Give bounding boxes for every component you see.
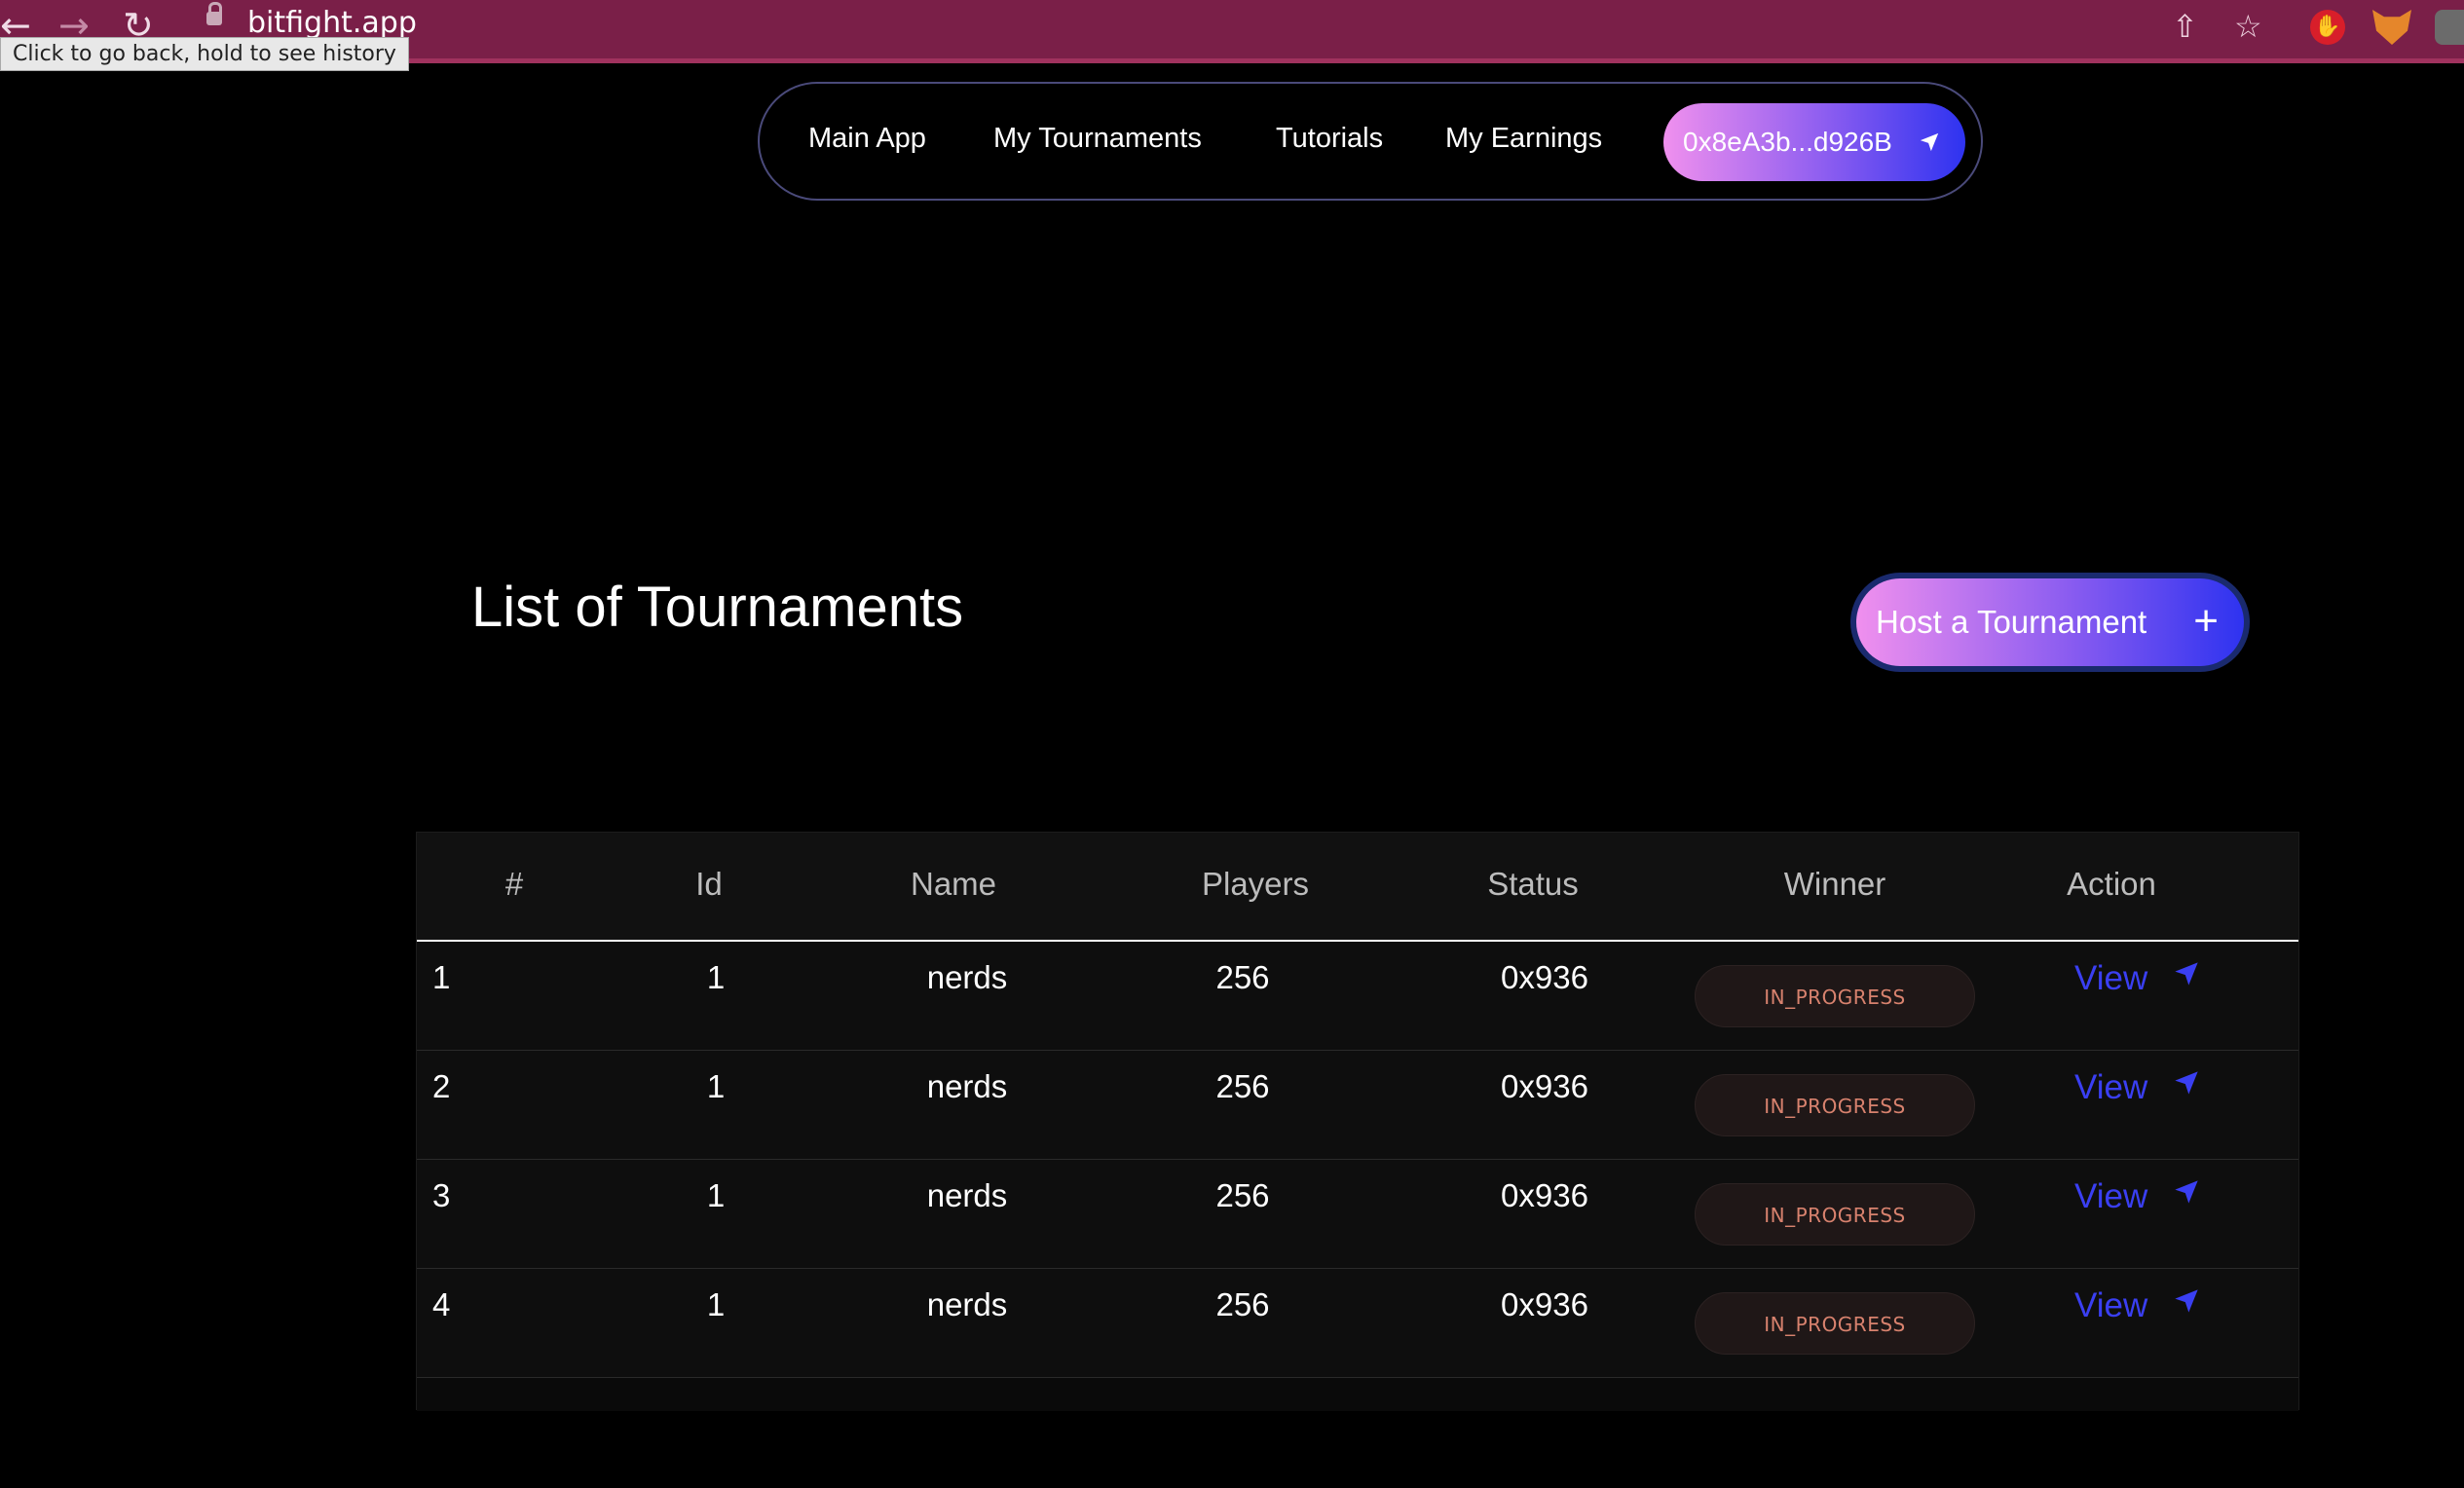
view-link-label: View <box>2074 1177 2148 1215</box>
back-tooltip: Click to go back, hold to see history <box>0 37 409 71</box>
column-header-id: Id <box>695 866 723 902</box>
winner-status-badge: IN_PROGRESS <box>1695 1074 1975 1136</box>
send-arrow-icon <box>2175 1289 2198 1313</box>
row-number: 4 <box>432 1286 451 1322</box>
view-link[interactable]: View <box>2074 1068 2200 1107</box>
view-link-label: View <box>2074 1286 2148 1324</box>
column-header-status: Status <box>1487 866 1579 902</box>
wallet-address-label: 0x8eA3b...d926B <box>1683 127 1892 157</box>
column-header-number: # <box>504 866 524 902</box>
column-header-action: Action <box>2067 866 2156 902</box>
row-number: 2 <box>432 1068 451 1104</box>
view-link[interactable]: View <box>2074 959 2200 998</box>
row-players: 256 <box>1215 1068 1270 1104</box>
wallet-address-button[interactable]: 0x8eA3b...d926B <box>1663 103 1965 181</box>
row-number: 1 <box>432 959 451 995</box>
row-name: nerds <box>926 1068 1008 1104</box>
column-header-name: Name <box>910 866 997 902</box>
row-players: 256 <box>1215 1177 1270 1213</box>
row-name: nerds <box>926 959 1008 995</box>
top-navbar: Main App My Tournaments Tutorials My Ear… <box>758 82 1983 201</box>
share-icon[interactable]: ⇧ <box>2172 8 2198 45</box>
nav-my-tournaments[interactable]: My Tournaments <box>993 123 1202 155</box>
view-link[interactable]: View <box>2074 1286 2200 1325</box>
bookmark-star-icon[interactable]: ☆ <box>2234 8 2262 45</box>
row-id: 1 <box>706 1177 726 1213</box>
nav-tutorials[interactable]: Tutorials <box>1276 123 1383 155</box>
row-number: 3 <box>432 1177 451 1213</box>
row-name: nerds <box>926 1177 1008 1213</box>
row-id: 1 <box>706 1068 726 1104</box>
nav-my-earnings[interactable]: My Earnings <box>1445 123 1602 155</box>
row-players: 256 <box>1215 959 1270 995</box>
column-header-players: Players <box>1201 866 1310 902</box>
table-row: 3 1 nerds 256 0x936 IN_PROGRESS View <box>417 1160 2298 1269</box>
page-title: List of Tournaments <box>471 576 964 639</box>
view-link-label: View <box>2074 1068 2148 1106</box>
row-status: 0x936 <box>1501 1068 1588 1104</box>
send-arrow-icon <box>1920 132 1939 152</box>
row-status: 0x936 <box>1501 1177 1588 1213</box>
send-arrow-icon <box>2175 1071 2198 1095</box>
adblock-extension-icon[interactable]: ✋ <box>2310 10 2345 45</box>
send-arrow-icon <box>2175 962 2198 986</box>
lock-icon <box>206 2 222 25</box>
winner-status-badge: IN_PROGRESS <box>1695 1183 1975 1246</box>
row-players: 256 <box>1215 1286 1270 1322</box>
table-row: 1 1 nerds 256 0x936 IN_PROGRESS View <box>417 942 2298 1051</box>
row-status: 0x936 <box>1501 959 1588 995</box>
metamask-extension-icon[interactable] <box>2372 10 2411 45</box>
nav-main-app[interactable]: Main App <box>808 123 926 155</box>
row-name: nerds <box>926 1286 1008 1322</box>
view-link[interactable]: View <box>2074 1177 2200 1216</box>
table-row: 4 1 nerds 256 0x936 IN_PROGRESS View <box>417 1269 2298 1378</box>
row-id: 1 <box>706 959 726 995</box>
row-id: 1 <box>706 1286 726 1322</box>
table-header: # Id Name Players Status Winner Action <box>417 833 2298 942</box>
table-row: 2 1 nerds 256 0x936 IN_PROGRESS View <box>417 1051 2298 1160</box>
send-arrow-icon <box>2175 1180 2198 1204</box>
view-link-label: View <box>2074 959 2148 997</box>
address-bar[interactable]: bitfight.app <box>247 6 417 40</box>
tournaments-table: # Id Name Players Status Winner Action 1… <box>416 832 2299 1411</box>
table-footer <box>417 1378 2298 1411</box>
winner-status-badge: IN_PROGRESS <box>1695 1292 1975 1355</box>
plus-icon: + <box>2193 597 2219 645</box>
winner-status-badge: IN_PROGRESS <box>1695 965 1975 1027</box>
extension-icon[interactable] <box>2435 10 2464 45</box>
host-tournament-label: Host a Tournament <box>1876 604 2147 640</box>
column-header-winner: Winner <box>1783 866 1886 902</box>
host-tournament-button[interactable]: Host a Tournament + <box>1850 573 2250 672</box>
host-tournament-button-inner: Host a Tournament + <box>1856 578 2244 666</box>
row-status: 0x936 <box>1501 1286 1588 1322</box>
